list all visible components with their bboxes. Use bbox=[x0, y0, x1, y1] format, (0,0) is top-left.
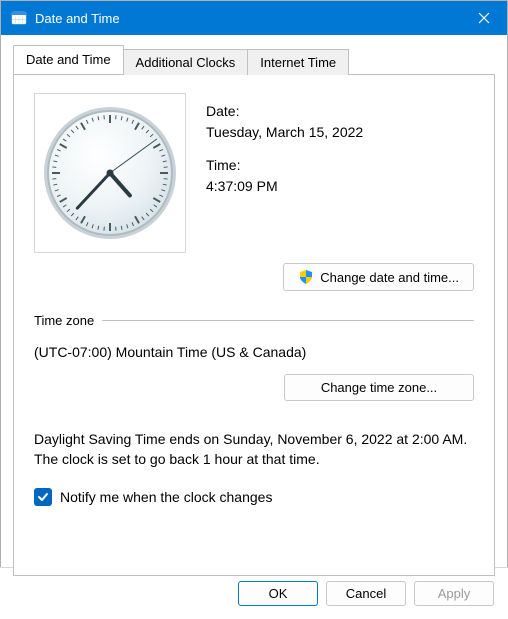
change-timezone-button[interactable]: Change time zone... bbox=[284, 374, 474, 401]
ok-button[interactable]: OK bbox=[238, 581, 318, 606]
timezone-section-header: Time zone bbox=[34, 313, 474, 328]
notify-checkbox[interactable] bbox=[34, 488, 52, 506]
apply-button[interactable]: Apply bbox=[414, 581, 494, 606]
dst-info: Daylight Saving Time ends on Sunday, Nov… bbox=[34, 429, 474, 470]
close-button[interactable] bbox=[461, 1, 507, 35]
titlebar: Date and Time bbox=[1, 1, 507, 35]
tab-additional-clocks[interactable]: Additional Clocks bbox=[123, 49, 249, 75]
timezone-current: (UTC-07:00) Mountain Time (US & Canada) bbox=[34, 344, 474, 360]
tab-internet-time[interactable]: Internet Time bbox=[247, 49, 349, 75]
change-date-time-button[interactable]: Change date and time... bbox=[283, 263, 474, 291]
tab-date-and-time[interactable]: Date and Time bbox=[13, 45, 124, 74]
datetime-info: Date: Tuesday, March 15, 2022 Time: 4:37… bbox=[206, 93, 363, 253]
uac-shield-icon bbox=[298, 269, 314, 285]
cancel-button[interactable]: Cancel bbox=[326, 581, 406, 606]
app-icon bbox=[11, 10, 27, 26]
checkmark-icon bbox=[37, 491, 49, 503]
analog-clock bbox=[34, 93, 186, 253]
date-label: Date: bbox=[206, 101, 363, 122]
window-title: Date and Time bbox=[35, 11, 461, 26]
notify-label[interactable]: Notify me when the clock changes bbox=[60, 489, 272, 505]
tab-panel: Date: Tuesday, March 15, 2022 Time: 4:37… bbox=[13, 74, 495, 576]
timezone-section-label: Time zone bbox=[34, 313, 94, 328]
tabstrip: Date and Time Additional Clocks Internet… bbox=[13, 45, 495, 74]
date-value: Tuesday, March 15, 2022 bbox=[206, 122, 363, 143]
time-label: Time: bbox=[206, 155, 363, 176]
change-timezone-label: Change time zone... bbox=[321, 380, 437, 395]
time-value: 4:37:09 PM bbox=[206, 176, 363, 197]
divider bbox=[102, 320, 474, 321]
change-date-time-label: Change date and time... bbox=[320, 270, 459, 285]
